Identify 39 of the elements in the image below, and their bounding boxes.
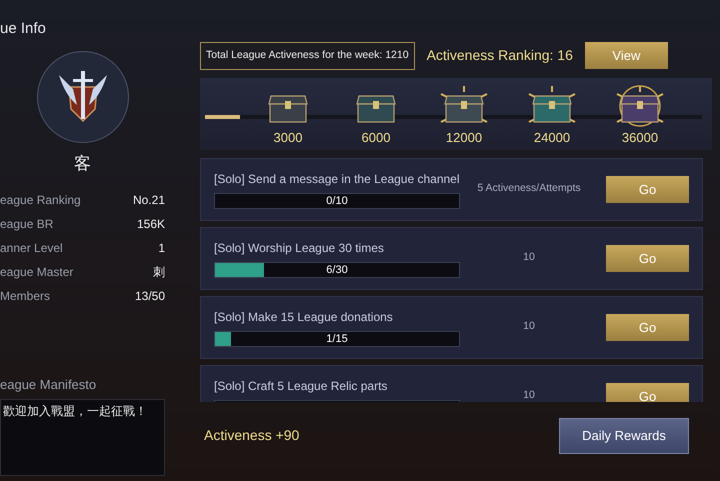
ranking-text: Activeness Ranking: 16 [426,46,573,66]
go-button[interactable]: Go [606,244,689,272]
stat-label: eague BR [0,216,54,233]
reward-text: 10 [522,388,536,402]
view-button[interactable]: View [584,42,668,70]
stat-value: 156K [136,216,165,233]
emblem-label: 客 [74,152,91,174]
go-button[interactable]: Go [606,382,689,402]
manifesto-box: 歡迎加入戰盟，一起征戰！ [0,398,165,476]
milestone-value: 36000 [622,129,658,148]
stat-label: Members [0,288,50,305]
stat-label: eague Ranking [0,192,81,209]
task-title: [Solo] Worship League 30 times [214,240,385,257]
stat-label: eague Master [0,264,74,281]
manifesto-label: eague Manifesto [0,376,98,394]
weekly-total-banner: Total League Activeness for the week: 1210 [200,42,415,70]
go-button[interactable]: Go [606,176,689,203]
daily-rewards-button[interactable]: Daily Rewards [559,418,689,454]
stat-value: 13/50 [134,288,165,305]
progress-text: 6/30 [325,262,349,277]
stat-value: No.21 [132,192,165,209]
go-button[interactable]: Go [606,314,689,341]
progress-text: 1/15 [325,332,349,346]
panel-title: ue Info [0,19,47,39]
reward-text: 5 Activeness/Attempts [476,181,582,196]
reward-text: 10 [522,250,536,266]
reward-text: 10 [522,319,536,334]
progress-text: 0/10 [325,194,349,208]
task-title: [Solo] Craft 5 League Relic parts [214,378,388,395]
task-title: [Solo] Send a message in the League channel [214,170,461,188]
stat-value: 1 [158,240,165,257]
milestone-value: 24000 [534,129,570,148]
activeness-text: Activeness +90 [204,426,300,446]
milestone-value: 6000 [362,129,390,148]
stat-label: anner Level [0,240,63,257]
stat-value: 刺 [153,264,165,281]
milestone-value: 3000 [274,129,302,148]
task-title: [Solo] Make 15 League donations [214,308,394,326]
milestone-value: 12000 [446,129,482,148]
